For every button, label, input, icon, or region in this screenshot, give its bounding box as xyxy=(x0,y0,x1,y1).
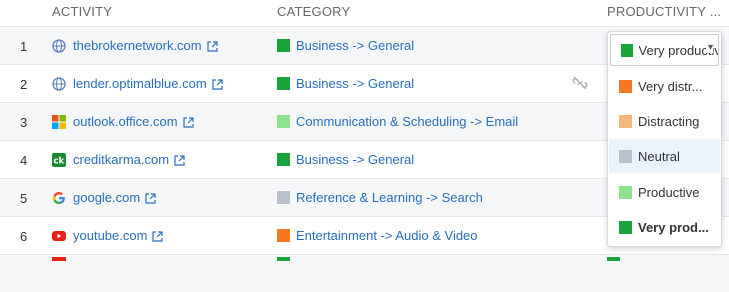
site-link[interactable]: lender.optimalblue.com xyxy=(73,76,207,91)
site-link[interactable]: youtube.com xyxy=(73,228,147,243)
category-color-swatch xyxy=(277,191,290,204)
row-number: 6 xyxy=(20,229,28,244)
category-color-swatch xyxy=(277,229,290,242)
category-column-header[interactable]: CATEGORY xyxy=(277,4,350,19)
row-number: 3 xyxy=(20,115,28,130)
option-color-swatch xyxy=(619,149,632,163)
youtube-logo-icon xyxy=(52,229,66,243)
category-link[interactable]: Business -> General xyxy=(296,152,414,167)
category-color-swatch xyxy=(277,153,290,166)
external-link-icon[interactable] xyxy=(145,192,156,204)
row-number: 5 xyxy=(20,191,28,206)
option-label: Productive xyxy=(638,184,700,200)
site-link[interactable]: google.com xyxy=(73,190,140,205)
row-number: 1 xyxy=(20,39,28,54)
category-color-swatch xyxy=(277,115,290,128)
external-link-icon[interactable] xyxy=(212,78,223,90)
table-row[interactable] xyxy=(0,254,729,292)
row-number: 4 xyxy=(20,153,28,168)
option-label: Very distr... xyxy=(638,78,703,94)
option-very-distracting[interactable]: Very distr... xyxy=(609,69,720,103)
chevron-down-icon[interactable]: ▾ xyxy=(705,42,713,53)
option-color-swatch xyxy=(619,114,632,128)
svg-text:ck: ck xyxy=(54,156,65,166)
globe-icon xyxy=(52,76,66,91)
site-favicon-icon xyxy=(52,257,66,261)
option-color-swatch xyxy=(619,79,632,93)
external-link-icon[interactable] xyxy=(174,154,185,166)
option-distracting[interactable]: Distracting xyxy=(609,104,720,138)
category-link[interactable]: Business -> General xyxy=(296,76,414,91)
globe-icon xyxy=(52,38,66,53)
productivity-column-header[interactable]: PRODUCTIVITY ... xyxy=(607,4,721,19)
row-number: 2 xyxy=(20,77,28,92)
option-label: Neutral xyxy=(638,148,680,164)
site-link[interactable]: thebrokernetwork.com xyxy=(73,38,202,53)
activity-column-header[interactable]: ACTIVITY xyxy=(52,4,112,19)
unlink-icon[interactable] xyxy=(572,76,588,93)
selected-color-swatch xyxy=(621,43,633,57)
site-link[interactable]: creditkarma.com xyxy=(73,152,169,167)
external-link-icon[interactable] xyxy=(152,230,164,242)
option-productive[interactable]: Productive xyxy=(609,175,720,209)
productivity-color-swatch xyxy=(607,257,620,261)
google-logo-icon xyxy=(52,191,66,205)
external-link-icon[interactable] xyxy=(207,40,218,52)
category-color-swatch xyxy=(277,257,290,261)
office-logo-icon xyxy=(52,114,66,129)
category-link[interactable]: Reference & Learning -> Search xyxy=(296,190,483,205)
table-header: ACTIVITY CATEGORY PRODUCTIVITY ... xyxy=(0,0,729,26)
external-link-icon[interactable] xyxy=(182,116,194,128)
productivity-select[interactable]: Very productive ▾ xyxy=(610,34,719,66)
site-link[interactable]: outlook.office.com xyxy=(73,114,178,129)
category-color-swatch xyxy=(277,39,290,52)
option-very-productive[interactable]: Very prod... xyxy=(609,210,720,244)
category-link[interactable]: Communication & Scheduling -> Email xyxy=(296,114,518,129)
productivity-dropdown[interactable]: Very productive ▾ Very distr... Distract… xyxy=(607,31,722,247)
option-label: Very prod... xyxy=(638,219,709,235)
category-link[interactable]: Entertainment -> Audio & Video xyxy=(296,228,478,243)
category-link[interactable]: Business -> General xyxy=(296,38,414,53)
creditkarma-logo-icon: ck xyxy=(52,152,66,167)
category-color-swatch xyxy=(277,77,290,90)
option-color-swatch xyxy=(619,185,632,199)
option-label: Distracting xyxy=(638,113,700,129)
option-color-swatch xyxy=(619,220,632,234)
option-neutral[interactable]: Neutral xyxy=(609,139,720,173)
